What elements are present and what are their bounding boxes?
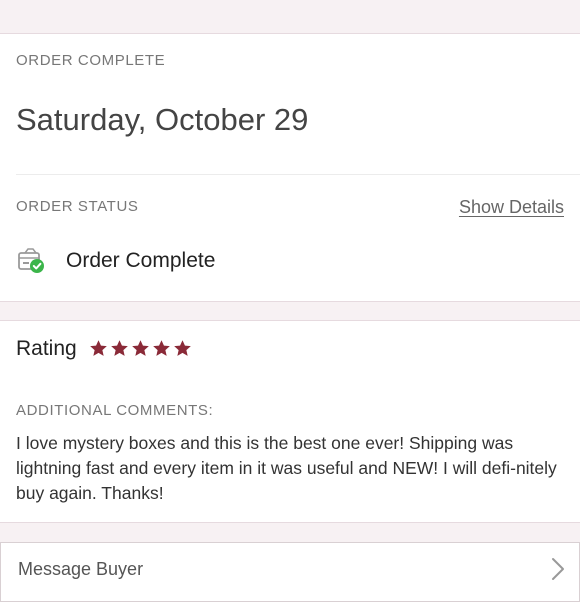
message-buyer-button[interactable]: Message Buyer [0, 542, 580, 602]
box-check-icon [16, 247, 48, 275]
show-details-link[interactable]: Show Details [459, 197, 564, 218]
order-complete-header: ORDER COMPLETE [16, 52, 166, 69]
chevron-right-icon [551, 557, 565, 586]
order-status-row: Order Complete [16, 247, 215, 275]
order-status-text: Order Complete [66, 249, 216, 272]
buyer-comment: I love mystery boxes and this is the bes… [16, 433, 557, 503]
additional-comments-header: ADDITIONAL COMMENTS: [16, 402, 214, 419]
rating-card: Rating ADDITIONAL COMMENTS: I love myste… [0, 320, 580, 523]
star-icon [153, 340, 170, 356]
star-icon [90, 340, 107, 356]
order-status-header: ORDER STATUS [16, 198, 139, 215]
order-card: ORDER COMPLETE Saturday, October 29 ORDE… [0, 33, 580, 302]
star-icon [174, 340, 191, 356]
order-date: Saturday, October 29 [16, 102, 309, 137]
star-icon [132, 340, 149, 356]
message-buyer-label: Message Buyer [18, 559, 144, 579]
divider [16, 174, 580, 175]
star-rating [89, 339, 194, 358]
star-icon [111, 340, 128, 356]
rating-label: Rating [16, 337, 77, 360]
